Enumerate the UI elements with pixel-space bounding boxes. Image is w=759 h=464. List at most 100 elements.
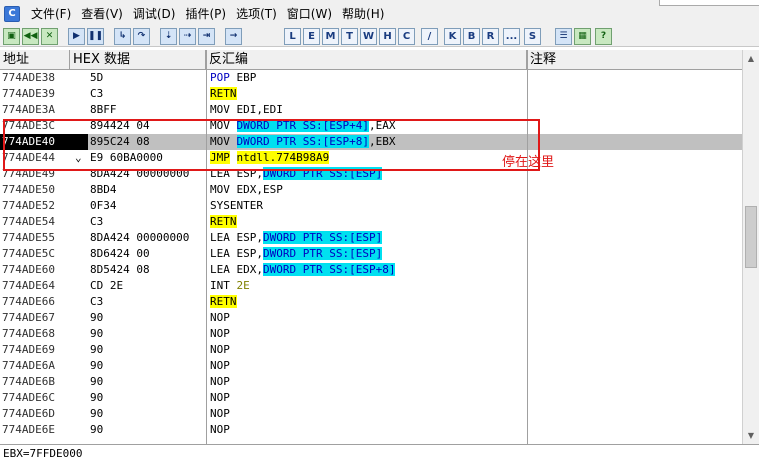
mnemonic: LEA: [210, 263, 230, 276]
scroll-down-icon[interactable]: ▼: [743, 427, 759, 444]
run-icon[interactable]: ▶: [68, 28, 85, 45]
trace-into-icon[interactable]: ⇣: [160, 28, 177, 45]
instruction-disasm: RETN: [210, 214, 526, 230]
menu-plugins[interactable]: 插件(P): [180, 4, 231, 24]
instruction-row[interactable]: 774ADE52 0F34 SYSENTER: [0, 198, 742, 214]
open-icon[interactable]: ▣: [3, 28, 20, 45]
instruction-row[interactable]: 774ADE54 C3 RETN: [0, 214, 742, 230]
breakpoints-window-button[interactable]: B: [463, 28, 480, 45]
instruction-address: 774ADE69: [2, 343, 55, 356]
call-stack-window-button[interactable]: K: [444, 28, 461, 45]
instruction-row[interactable]: 774ADE39 C3 RETN: [0, 86, 742, 102]
source-window-button[interactable]: S: [524, 28, 541, 45]
menu-help[interactable]: 帮助(H): [337, 4, 389, 24]
annotation-text: 停在这里: [502, 155, 555, 170]
menu-file[interactable]: 文件(F): [26, 4, 76, 24]
instruction-hex: 90: [90, 423, 104, 436]
instruction-hex: 8BD4: [90, 183, 117, 196]
annotation-box: [3, 119, 540, 171]
instruction-row[interactable]: 774ADE6B 90 NOP: [0, 374, 742, 390]
list-icon[interactable]: ☰: [555, 28, 572, 45]
instruction-hex: 8D5424 08: [90, 263, 150, 276]
operand: EDX,: [236, 263, 264, 276]
scroll-up-icon[interactable]: ▲: [743, 50, 759, 67]
goto-icon[interactable]: →: [225, 28, 242, 45]
instruction-row[interactable]: 774ADE6E 90 NOP: [0, 422, 742, 438]
instruction-row[interactable]: 774ADE68 90 NOP: [0, 326, 742, 342]
mnemonic: RETN: [210, 215, 237, 228]
instruction-hex: 90: [90, 343, 104, 356]
instruction-hex: C3: [90, 295, 104, 308]
instruction-address: 774ADE55: [2, 231, 55, 244]
mnemonic: NOP: [210, 391, 230, 404]
instruction-disasm: SYSENTER: [210, 198, 526, 214]
instruction-row[interactable]: 774ADE66 C3 RETN: [0, 294, 742, 310]
instruction-row[interactable]: 774ADE38 5D POP EBP: [0, 70, 742, 86]
col-address[interactable]: 地址: [0, 50, 70, 70]
memory-window-button[interactable]: M: [322, 28, 339, 45]
cpu-window-button[interactable]: C: [398, 28, 415, 45]
instruction-address: 774ADE5C: [2, 247, 55, 260]
mnemonic: MOV: [210, 103, 230, 116]
step-over-icon[interactable]: ↷: [133, 28, 150, 45]
pause-icon[interactable]: ❚❚: [87, 28, 104, 45]
instruction-hex: 90: [90, 407, 104, 420]
patches-window-button[interactable]: /: [421, 28, 438, 45]
menu-window[interactable]: 窗口(W): [282, 4, 337, 24]
menu-view[interactable]: 查看(V): [76, 4, 128, 24]
trace-over-icon[interactable]: ⇢: [179, 28, 196, 45]
log-window-button[interactable]: L: [284, 28, 301, 45]
instruction-disasm: NOP: [210, 406, 526, 422]
execute-till-return-icon[interactable]: ⇥: [198, 28, 215, 45]
instruction-hex: C3: [90, 215, 104, 228]
references-window-button[interactable]: R: [482, 28, 499, 45]
close-icon[interactable]: ✕: [41, 28, 58, 45]
modules-window-button[interactable]: E: [303, 28, 320, 45]
instruction-address: 774ADE60: [2, 263, 55, 276]
instruction-row[interactable]: 774ADE69 90 NOP: [0, 342, 742, 358]
col-comment[interactable]: 注释: [527, 50, 742, 70]
instruction-hex: 90: [90, 359, 104, 372]
instruction-disasm: INT 2E: [210, 278, 526, 294]
handles-window-button[interactable]: H: [379, 28, 396, 45]
windows-window-button[interactable]: W: [360, 28, 377, 45]
instruction-hex: 8BFF: [90, 103, 117, 116]
instruction-row[interactable]: 774ADE5C 8D6424 00 LEA ESP,DWORD PTR SS:[E…: [0, 246, 742, 262]
instruction-hex: 90: [90, 375, 104, 388]
operand: EDI,EDI: [236, 103, 283, 116]
operand: DWORD PTR SS:[ESP]: [263, 247, 383, 260]
rewind-icon[interactable]: ◀◀: [22, 28, 39, 45]
instruction-row[interactable]: 774ADE67 90 NOP: [0, 310, 742, 326]
run-trace-window-button[interactable]: ...: [503, 28, 520, 45]
settings-icon[interactable]: ▦: [574, 28, 591, 45]
instruction-address: 774ADE39: [2, 87, 55, 100]
help-icon[interactable]: ?: [595, 28, 612, 45]
instruction-disasm: NOP: [210, 326, 526, 342]
threads-window-button[interactable]: T: [341, 28, 358, 45]
instruction-row[interactable]: 774ADE6D 90 NOP: [0, 406, 742, 422]
instruction-row[interactable]: 774ADE60 8D5424 08 LEA EDX,DWORD PTR SS:[E…: [0, 262, 742, 278]
menu-options[interactable]: 选项(T): [231, 4, 282, 24]
instruction-address: 774ADE50: [2, 183, 55, 196]
instruction-disasm: NOP: [210, 422, 526, 438]
app-icon[interactable]: C: [4, 5, 20, 22]
instruction-row[interactable]: 774ADE64 CD 2E INT 2E: [0, 278, 742, 294]
instruction-row[interactable]: 774ADE50 8BD4 MOV EDX,ESP: [0, 182, 742, 198]
menu-debug[interactable]: 调试(D): [128, 4, 181, 24]
toolbar: ▣ ◀◀ ✕ ▶ ❚❚ ↳ ↷ ⇣ ⇢ ⇥ → L E M T W H C / …: [0, 27, 759, 47]
instruction-row[interactable]: 774ADE6C 90 NOP: [0, 390, 742, 406]
instruction-row[interactable]: 774ADE55 8DA424 00000000 LEA ESP,DWORD PTR…: [0, 230, 742, 246]
vertical-scrollbar[interactable]: ▲ ▼: [742, 50, 759, 444]
instruction-row[interactable]: 774ADE6A 90 NOP: [0, 358, 742, 374]
instruction-address: 774ADE3A: [2, 103, 55, 116]
col-hex[interactable]: HEX 数据: [70, 50, 206, 70]
col-disasm[interactable]: 反汇编: [206, 50, 527, 70]
instruction-disasm: RETN: [210, 294, 526, 310]
instruction-address: 774ADE52: [2, 199, 55, 212]
instruction-address: 774ADE68: [2, 327, 55, 340]
instruction-address: 774ADE54: [2, 215, 55, 228]
mnemonic: NOP: [210, 311, 230, 324]
step-into-icon[interactable]: ↳: [114, 28, 131, 45]
instruction-row[interactable]: 774ADE3A 8BFF MOV EDI,EDI: [0, 102, 742, 118]
scroll-thumb[interactable]: [745, 206, 757, 268]
